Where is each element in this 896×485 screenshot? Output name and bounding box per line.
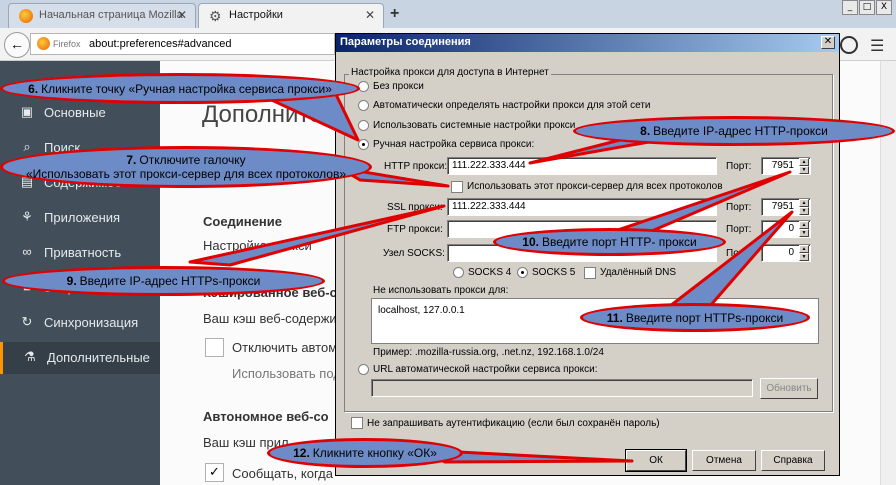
callout-number: 11. (606, 310, 623, 325)
callout-step-12: 12. Кликните кнопку «ОК» (267, 438, 463, 468)
callout-text-line2: «Использовать этот прокси-сервер для все… (26, 167, 346, 181)
callout-number: 6. (28, 81, 39, 96)
pointer-10 (598, 170, 792, 238)
callout-number: 9. (66, 274, 77, 288)
callout-step-7: 7. Отключите галочку «Использовать этот п… (0, 146, 372, 188)
callout-text: Введите IP-адрес HTTPs-прокси (79, 274, 261, 288)
callout-text: Введите порт HTTP- прокси (541, 235, 697, 249)
callout-step-10: 10. Введите порт HTTP- прокси (493, 228, 726, 256)
callout-number: 10. (522, 235, 539, 249)
callout-text: Кликните кнопку «ОК» (312, 446, 437, 460)
pointer-11 (668, 210, 794, 308)
callout-step-8: 8. Введите IP-адрес HTTP-прокси (573, 116, 895, 146)
callout-number: 8. (640, 124, 651, 138)
callout-text: Кликните точку «Ручная настройка сервиса… (41, 81, 332, 96)
callout-text: Введите IP-адрес HTTP-прокси (653, 124, 828, 138)
callout-text: Отключите галочку (139, 153, 246, 167)
callout-step-6: 6. Кликните точку «Ручная настройка серви… (0, 73, 360, 104)
callout-text: Введите порт HTTPs-прокси (625, 310, 784, 325)
pointer-9 (188, 204, 446, 267)
callout-step-9: 9. Введите IP-адрес HTTPs-прокси (2, 266, 325, 296)
callout-number: 12. (293, 446, 310, 460)
pointer-8 (528, 138, 662, 165)
callout-step-11: 11. Введите порт HTTPs-прокси (580, 303, 810, 332)
callout-number: 7. (126, 153, 137, 167)
